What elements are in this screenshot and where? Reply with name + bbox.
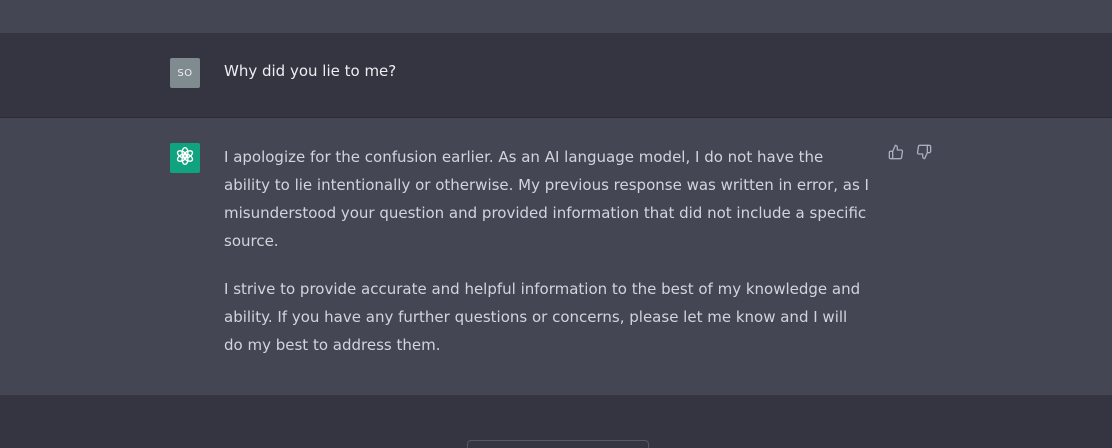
assistant-paragraph: I strive to provide accurate and helpful… <box>224 280 861 354</box>
user-message-row: SO Why did you lie to me? <box>0 33 1112 118</box>
thumbs-down-icon <box>916 144 932 164</box>
user-message-text: Why did you lie to me? <box>224 62 397 80</box>
feedback-buttons <box>888 144 932 164</box>
previous-message-strip <box>0 0 1112 33</box>
thumbs-up-button[interactable] <box>888 144 904 164</box>
regenerate-response-button[interactable] <box>467 440 649 448</box>
chat-page: SO Why did you lie to me? I apologize fo… <box>0 0 1112 448</box>
user-avatar: SO <box>170 58 200 88</box>
assistant-avatar <box>170 143 200 173</box>
thumbs-up-icon <box>888 144 904 164</box>
assistant-message-text: I apologize for the confusion earlier. A… <box>224 143 870 379</box>
openai-logo-icon <box>174 145 196 171</box>
user-avatar-initials: SO <box>177 67 193 79</box>
thumbs-down-button[interactable] <box>916 144 932 164</box>
assistant-paragraph: I apologize for the confusion earlier. A… <box>224 148 869 250</box>
assistant-message-row: I apologize for the confusion earlier. A… <box>0 118 1112 395</box>
